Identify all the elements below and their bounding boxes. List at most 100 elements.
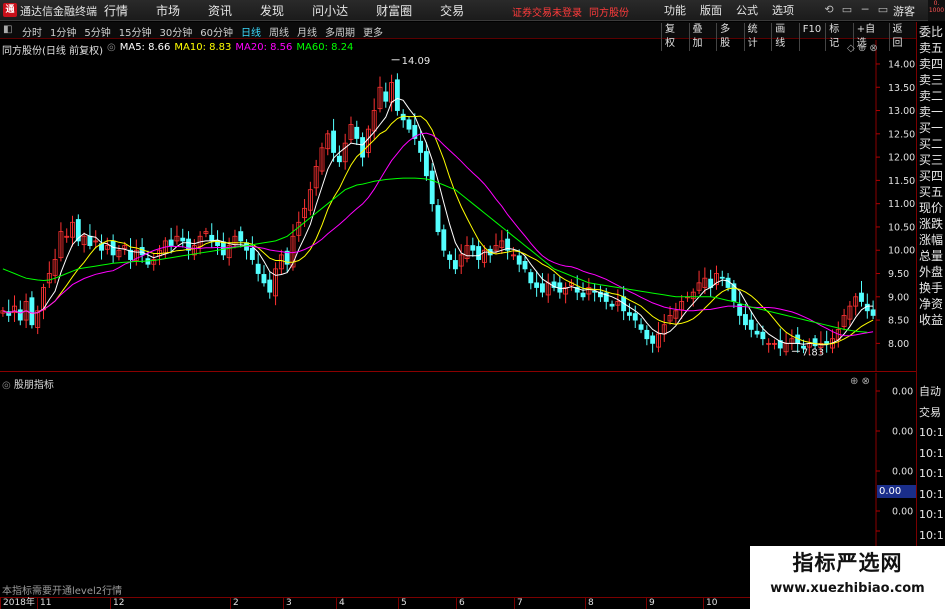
indicator-collapse-icon[interactable]: ◎	[2, 380, 11, 391]
indicator-name[interactable]: 股朋指标	[14, 380, 54, 391]
period-tab-more[interactable]: 更多	[363, 24, 383, 39]
menu-item-formula[interactable]: 公式	[736, 2, 758, 18]
candle-body	[859, 292, 864, 302]
candle-body	[394, 79, 400, 111]
quote-row-label: 涨跌	[919, 217, 944, 231]
candle-body	[609, 303, 615, 307]
trade-login-status[interactable]: 证券交易未登录	[512, 4, 582, 19]
period-tab-5min[interactable]: 5分钟	[84, 24, 110, 39]
panel-toggle-icon[interactable]: ◧	[3, 24, 12, 35]
high-label: 14.09	[402, 56, 431, 67]
period-tab-weekly[interactable]: 周线	[269, 24, 289, 39]
quote-panel: 委比 卖五 卖四 卖三 卖二 卖一 买一 买二 买三 买四 买五 现价 涨跌 涨幅 总量 外盘 换手 净资 收益 自动…	[916, 22, 945, 609]
period-tab-1min[interactable]: 1分钟	[50, 24, 76, 39]
candle-body	[632, 313, 638, 321]
menu-item-discover[interactable]: 发现	[260, 2, 284, 19]
candle-body	[638, 324, 644, 330]
candle-body	[452, 260, 458, 270]
candle-body	[470, 245, 476, 251]
menu-item-options[interactable]: 选项	[772, 2, 794, 18]
time-tick: 11	[37, 598, 51, 609]
y-tick-label: 9.00	[888, 292, 909, 303]
quote-row-label: 卖一	[919, 105, 944, 119]
candle-body	[522, 261, 528, 270]
period-tab-monthly[interactable]: 月线	[297, 24, 317, 39]
y-tick-label: 8.00	[888, 339, 909, 350]
indicator-window-icons[interactable]: ⊕ ⊗	[850, 376, 870, 387]
guest-user-label[interactable]: 游客	[893, 3, 915, 19]
menu-item-function[interactable]: 功能	[664, 2, 686, 18]
quote-row-label: 卖五	[919, 41, 944, 55]
quote-row-label: 买四	[919, 169, 944, 183]
main-menu: 行情 市场 资讯 发现 问小达 财富圈 交易	[104, 2, 492, 19]
quote-row-label: 净资	[919, 297, 944, 311]
candle-body	[168, 239, 174, 246]
period-tab-60min[interactable]: 60分钟	[200, 24, 233, 39]
candle-body	[534, 282, 540, 288]
time-tick: 12	[110, 598, 124, 609]
quote-row-label: 涨幅	[919, 233, 944, 247]
y-tick-label: 13.00	[888, 106, 915, 117]
y-tick-label: 10.50	[888, 222, 915, 233]
time-tick: 5	[398, 598, 407, 609]
menu-item-ask[interactable]: 问小达	[312, 2, 348, 19]
restore-icon[interactable]: ▭	[838, 3, 856, 16]
time-tick: 6	[456, 598, 465, 609]
candle-body	[644, 329, 650, 340]
candle-body	[748, 319, 754, 330]
low-label: 7.83	[802, 347, 824, 358]
candle-body	[418, 140, 424, 153]
quote-row-label: 外盘	[919, 265, 944, 279]
main-chart-legend: 同方股份(日线 前复权) ◎ MA5: 8.66 MA10: 8.83 MA20…	[2, 42, 357, 57]
candle-body	[267, 279, 273, 293]
indicator-tick-label: 0.00	[892, 467, 913, 478]
menu-item-quotes[interactable]: 行情	[104, 2, 128, 19]
minimize-icon[interactable]: ─	[856, 3, 874, 16]
indicator-legend: ◎ 股朋指标	[2, 376, 54, 391]
y-tick-label: 13.50	[888, 83, 915, 94]
candle-body	[447, 254, 453, 260]
time-tick-year: 2018年	[0, 598, 35, 609]
time-tick: 9	[646, 598, 655, 609]
watermark-url: www.xuezhibiao.com	[770, 581, 925, 596]
trade-tick-row: 10:11	[919, 528, 945, 542]
period-tab-multi[interactable]: 多周期	[325, 24, 355, 39]
watermark-title: 指标严选网	[792, 551, 903, 575]
indicator-tick-label: 0.00	[892, 507, 913, 518]
trade-tick-row: 交易	[919, 405, 941, 419]
current-stock-name: 同方股份	[589, 8, 629, 19]
refresh-icon[interactable]: ⟲	[820, 3, 838, 16]
quote-row-label: 委比	[919, 25, 944, 39]
kline-chart[interactable]: 14.00 13.50 13.00 12.50 12.00 11.50 11.00 10.50…	[0, 40, 916, 372]
candle-body	[650, 335, 656, 344]
menu-item-layout[interactable]: 版面	[700, 2, 722, 18]
menu-item-wealth[interactable]: 财富圈	[376, 2, 412, 19]
ma20-label: MA20: 8.56	[235, 42, 293, 53]
candle-body	[261, 274, 267, 284]
candle-body	[29, 297, 35, 326]
title-bar: 通 通达信金融终端 行情 市场 资讯 发现 问小达 财富圈 交易 证券交易未登录…	[0, 0, 945, 21]
period-tab-15min[interactable]: 15分钟	[119, 24, 152, 39]
maximize-icon[interactable]: ▭	[874, 3, 892, 16]
candle-body	[870, 309, 876, 316]
quote-row-label: 卖四	[919, 57, 944, 71]
app-title: 通达信金融终端	[20, 5, 97, 18]
candle-body	[441, 229, 447, 251]
menu-item-news[interactable]: 资讯	[208, 2, 232, 19]
app-logo-icon: 通	[3, 3, 17, 17]
menu-item-market[interactable]: 市场	[156, 2, 180, 19]
y-tick-label: 11.50	[888, 176, 915, 187]
y-tick-label: 11.00	[888, 199, 915, 210]
period-tab-30min[interactable]: 30分钟	[159, 24, 192, 39]
menu-item-trade[interactable]: 交易	[440, 2, 464, 19]
candle-body	[539, 283, 545, 293]
period-tab-intraday[interactable]: 分时	[22, 24, 42, 39]
period-tab-daily[interactable]: 日线	[241, 24, 261, 39]
collapse-icon[interactable]: ◎	[107, 42, 116, 57]
candle-body	[238, 231, 244, 242]
quote-row-label: 卖三	[919, 73, 944, 87]
quote-row-label: 现价	[919, 201, 944, 215]
y-tick-label: 8.50	[888, 316, 909, 327]
main-chart-window-icons[interactable]: ◇ ⊕ ⊗	[847, 43, 878, 54]
corner-indicator: 0. 1000	[928, 0, 945, 21]
